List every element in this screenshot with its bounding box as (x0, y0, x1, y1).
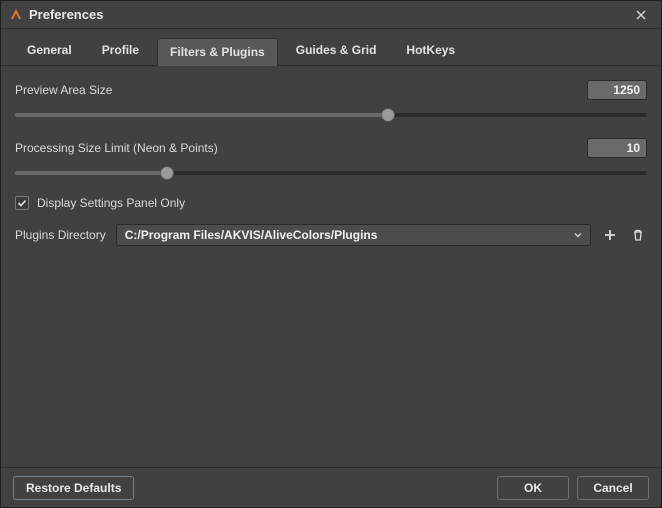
display-panel-only-checkbox[interactable] (15, 196, 29, 210)
footer: Restore Defaults OK Cancel (1, 467, 661, 507)
plugins-directory-row: Plugins Directory C:/Program Files/AKVIS… (15, 224, 647, 246)
preferences-window: Preferences General Profile Filters & Pl… (0, 0, 662, 508)
preview-size-slider[interactable] (15, 106, 647, 124)
processing-limit-row: Processing Size Limit (Neon & Points) 10 (15, 138, 647, 158)
add-plugin-dir-button[interactable] (601, 226, 619, 244)
remove-plugin-dir-button[interactable] (629, 226, 647, 244)
preview-size-label: Preview Area Size (15, 83, 112, 97)
restore-defaults-button[interactable]: Restore Defaults (13, 476, 134, 500)
tab-general[interactable]: General (15, 37, 84, 65)
content-area: Preview Area Size 1250 Processing Size L… (1, 66, 661, 467)
processing-limit-slider[interactable] (15, 164, 647, 182)
tab-guides-grid[interactable]: Guides & Grid (284, 37, 389, 65)
preview-size-slider-fill (15, 113, 388, 117)
processing-limit-label: Processing Size Limit (Neon & Points) (15, 141, 218, 155)
plugins-directory-label: Plugins Directory (15, 228, 106, 242)
app-icon (9, 8, 23, 22)
preview-size-value[interactable]: 1250 (587, 80, 647, 100)
cancel-button[interactable]: Cancel (577, 476, 649, 500)
tab-profile[interactable]: Profile (90, 37, 151, 65)
processing-limit-slider-thumb[interactable] (160, 166, 174, 180)
plugins-directory-value: C:/Program Files/AKVIS/AliveColors/Plugi… (125, 228, 570, 242)
preview-size-slider-thumb[interactable] (381, 108, 395, 122)
titlebar: Preferences (1, 1, 661, 29)
tabs: General Profile Filters & Plugins Guides… (1, 29, 661, 66)
preview-size-row: Preview Area Size 1250 (15, 80, 647, 100)
display-panel-only-row: Display Settings Panel Only (15, 196, 647, 210)
window-title: Preferences (29, 7, 103, 22)
chevron-down-icon (570, 227, 586, 243)
ok-button[interactable]: OK (497, 476, 569, 500)
display-panel-only-label: Display Settings Panel Only (37, 196, 185, 210)
close-button[interactable] (627, 4, 655, 26)
tab-hotkeys[interactable]: HotKeys (394, 37, 467, 65)
tab-filters-plugins[interactable]: Filters & Plugins (157, 38, 278, 66)
plugins-directory-combo[interactable]: C:/Program Files/AKVIS/AliveColors/Plugi… (116, 224, 591, 246)
processing-limit-value[interactable]: 10 (587, 138, 647, 158)
processing-limit-slider-fill (15, 171, 167, 175)
